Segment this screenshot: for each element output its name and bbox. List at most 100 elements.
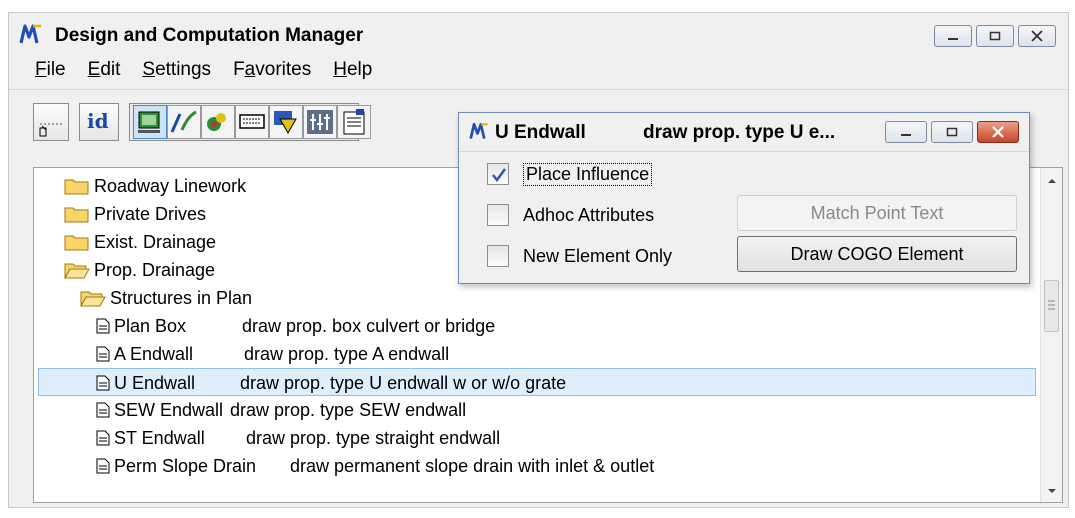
folder-open-icon	[80, 291, 106, 307]
place-cell-button[interactable]	[33, 103, 69, 141]
scroll-down-button[interactable]	[1041, 480, 1062, 502]
dialog-title: U Endwall	[495, 122, 586, 143]
tree-item[interactable]: Perm Slope Drain draw permanent slope dra…	[96, 452, 654, 480]
menu-settings[interactable]: Settings	[142, 59, 211, 81]
tree-item[interactable]: A Endwall draw prop. type A endwall	[96, 340, 449, 368]
tree-label: ST Endwall	[114, 428, 205, 448]
menu-accel: F	[35, 59, 47, 80]
menu-file[interactable]: File	[35, 59, 66, 81]
tree-folder[interactable]: Prop. Drainage	[64, 256, 215, 284]
adhoc-attributes-label: Adhoc Attributes	[523, 204, 655, 225]
document-icon	[96, 458, 110, 474]
place-influence-checkbox[interactable]	[487, 163, 509, 185]
tree-item[interactable]: SEW Endwall draw prop. type SEW endwall	[96, 396, 466, 424]
scroll-up-button[interactable]	[1041, 170, 1062, 192]
folder-closed-icon	[64, 207, 89, 223]
place-influence-label: Place Influence	[523, 162, 653, 186]
minimize-button[interactable]	[934, 25, 972, 47]
menu-rest: ettings	[155, 59, 212, 80]
tree-label: Plan Box	[114, 316, 187, 336]
menu-rest: dit	[100, 59, 121, 80]
vertical-scrollbar[interactable]	[1040, 168, 1062, 502]
document-icon	[96, 402, 110, 418]
element-attributes-icon	[207, 113, 226, 131]
folder-open-icon	[64, 263, 90, 279]
multi-icon	[307, 110, 333, 134]
shape-button[interactable]	[269, 105, 303, 139]
menu-accel: a	[244, 59, 256, 80]
tree-label: Private Drives	[94, 204, 207, 224]
id-icon: id	[87, 109, 109, 133]
tree-label: A Endwall	[114, 344, 194, 364]
place-cell-icon	[39, 123, 62, 137]
close-button[interactable]	[1018, 25, 1056, 47]
new-element-only-checkbox[interactable]	[487, 245, 509, 267]
maximize-icon	[946, 127, 958, 137]
dialog-close-button[interactable]	[977, 121, 1019, 143]
properties-button[interactable]	[337, 105, 371, 139]
tree-label: SEW Endwall	[114, 400, 224, 420]
menu-accel: S	[142, 59, 156, 80]
menu-accel: H	[333, 59, 347, 80]
tree-label: Structures in Plan	[110, 288, 253, 308]
keyin-button[interactable]	[235, 105, 269, 139]
dialog-maximize-button[interactable]	[931, 121, 973, 143]
document-icon	[96, 346, 110, 362]
draw-cogo-element-button[interactable]: Draw COGO Element	[737, 236, 1017, 272]
tree-desc: draw prop. type straight endwall	[246, 428, 501, 448]
adhoc-attributes-checkbox[interactable]	[487, 204, 509, 226]
tree-desc: draw prop. box culvert or bridge	[242, 316, 496, 336]
new-element-only-checkbox-row[interactable]: New Element Only	[487, 243, 672, 269]
dialog-title-desc: draw prop. type U e...	[643, 122, 836, 143]
menu-help[interactable]: Help	[333, 59, 372, 81]
tree-item[interactable]: ST Endwall draw prop. type straight endwa…	[96, 424, 500, 452]
menu-rest: vorites	[255, 59, 312, 80]
tree-label: Roadway Linework	[94, 176, 247, 196]
minimize-icon	[901, 134, 911, 136]
dialog-minimize-button[interactable]	[885, 121, 927, 143]
match-point-text-button[interactable]: Match Point Text	[737, 195, 1017, 231]
properties-icon	[343, 109, 365, 135]
tree-desc: draw prop. type SEW endwall	[230, 400, 467, 420]
tree-label: Perm Slope Drain	[114, 456, 257, 476]
multi-button[interactable]	[303, 105, 337, 139]
window-title: Design and Computation Manager	[55, 25, 364, 46]
dialog-divider	[459, 151, 1029, 152]
tree-desc: draw prop. type U endwall w or w/o grate	[240, 373, 567, 393]
menu-accel: E	[87, 59, 101, 80]
tree-folder[interactable]: Structures in Plan	[80, 284, 252, 312]
tree-desc: draw permanent slope drain with inlet & …	[290, 456, 655, 476]
folder-closed-icon	[64, 235, 89, 251]
tree-item-selected[interactable]: U Endwall draw prop. type U endwall w or …	[38, 368, 1036, 396]
tree-desc: draw prop. type A endwall	[244, 344, 450, 364]
element-attributes-button[interactable]	[201, 105, 235, 139]
document-icon	[96, 318, 110, 334]
grip-icon	[1048, 300, 1055, 310]
arrow-up-icon	[1048, 179, 1056, 183]
maximize-button[interactable]	[976, 25, 1014, 47]
tree-item[interactable]: Plan Box draw prop. box culvert or bridge	[96, 312, 495, 340]
tree-label: Exist. Drainage	[94, 232, 217, 252]
title-bar[interactable]: Design and Computation Manager	[9, 13, 1068, 53]
design-mode-icon	[138, 111, 160, 133]
tree-folder[interactable]: Exist. Drainage	[64, 228, 216, 256]
tree-label: U Endwall	[114, 373, 196, 393]
scrollbar-thumb[interactable]	[1044, 280, 1059, 332]
menu-favorites[interactable]: Favorites	[233, 59, 311, 81]
place-influence-checkbox-row[interactable]: Place Influence	[487, 161, 653, 187]
adhoc-attributes-checkbox-row[interactable]: Adhoc Attributes	[487, 202, 654, 228]
keyin-icon	[239, 114, 265, 129]
document-icon	[96, 375, 110, 391]
menu-edit[interactable]: Edit	[88, 59, 121, 81]
menu-divider	[9, 89, 1068, 90]
tree-folder[interactable]: Private Drives	[64, 200, 206, 228]
tree-folder[interactable]: Roadway Linework	[64, 172, 246, 200]
arrow-down-icon	[1048, 489, 1056, 493]
new-element-only-label: New Element Only	[523, 245, 673, 266]
menu-pre: F	[233, 59, 245, 80]
dialog-logo-icon	[469, 121, 491, 146]
app-logo-icon	[19, 23, 45, 45]
pencil-button[interactable]	[167, 105, 201, 139]
design-mode-button[interactable]	[133, 105, 167, 139]
id-button[interactable]: id	[79, 103, 119, 141]
